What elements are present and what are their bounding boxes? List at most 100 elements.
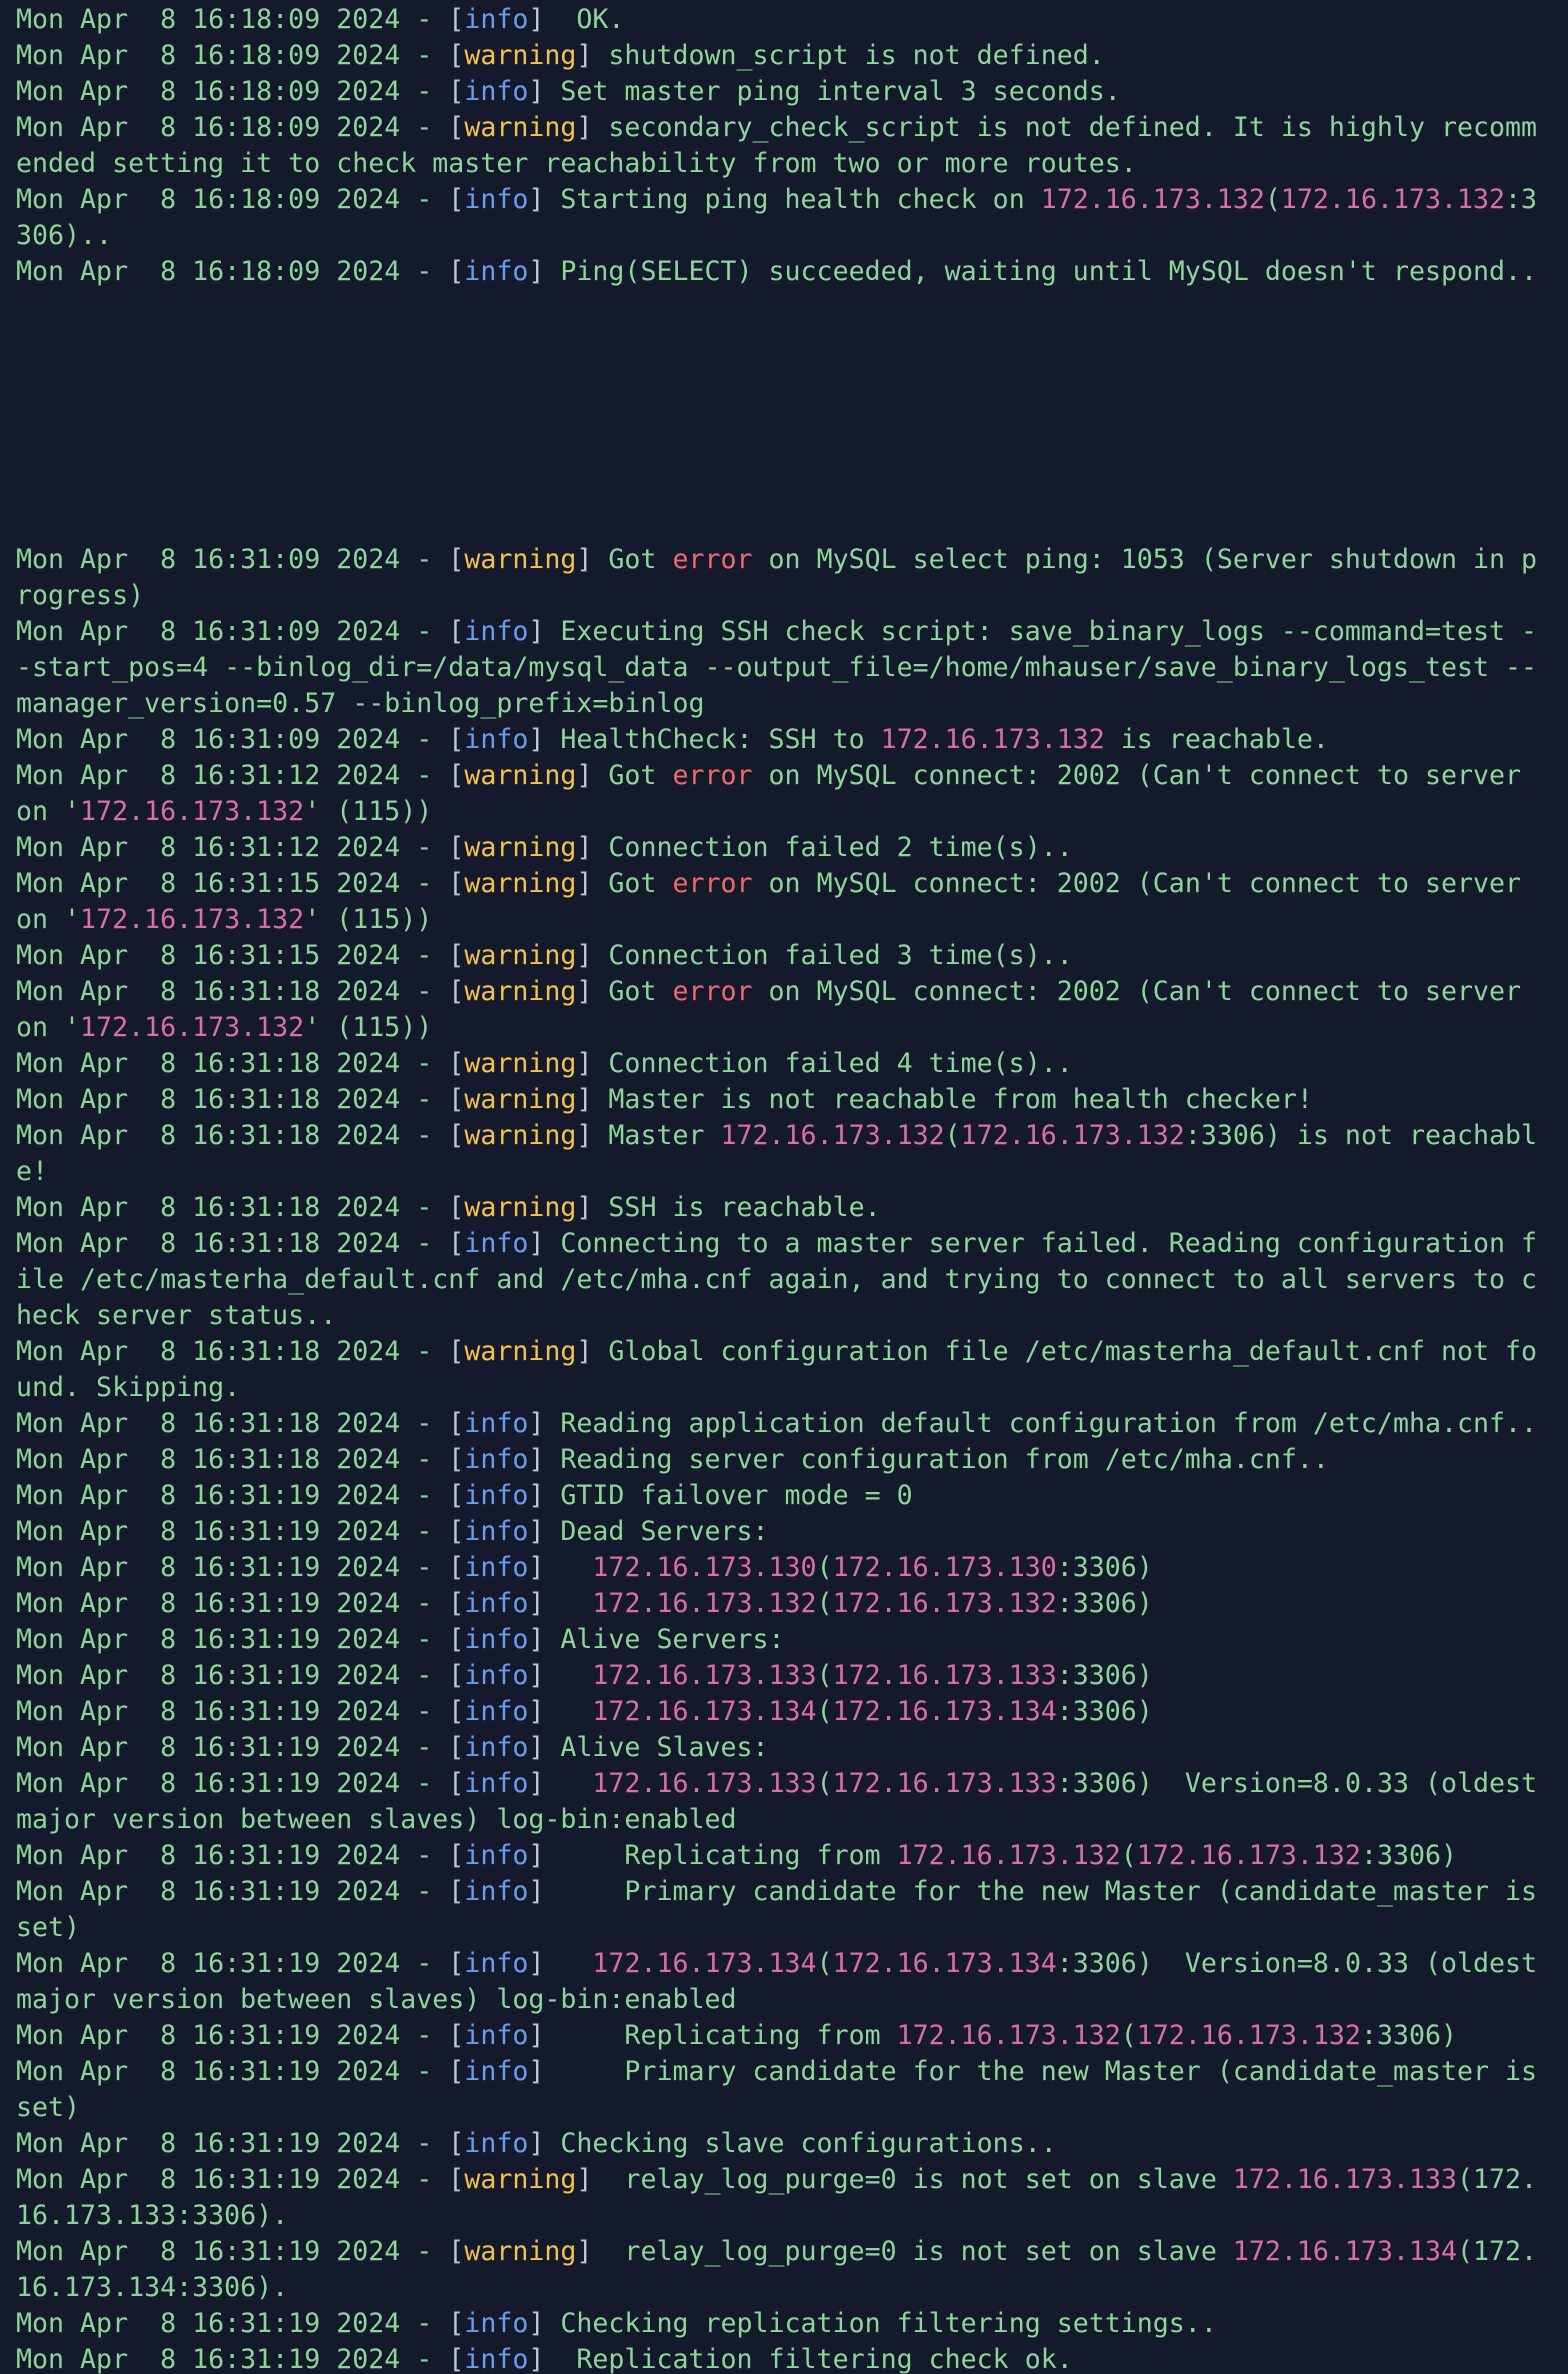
log-text: :3306) xyxy=(1056,1588,1153,1619)
log-text: Got xyxy=(592,868,673,899)
bracket: [ xyxy=(448,40,465,71)
level-info: info xyxy=(464,616,529,647)
ip-address: 172.16.173.132 xyxy=(1280,184,1506,215)
level-warning: warning xyxy=(464,940,577,971)
level-info: info xyxy=(464,184,529,215)
log-text: ( xyxy=(816,1768,833,1799)
bracket: ] xyxy=(528,1408,545,1439)
level-warning: warning xyxy=(464,976,577,1007)
log-line: Mon Apr 8 16:18:09 2024 - [info] Set mas… xyxy=(16,74,1552,110)
log-text: Mon Apr 8 16:31:19 2024 - xyxy=(16,2164,449,2195)
bracket: [ xyxy=(448,2344,465,2374)
ip-address: 172.16.173.132 xyxy=(80,1012,305,1043)
bracket: [ xyxy=(448,1192,465,1223)
log-text: is reachable. xyxy=(1104,724,1329,755)
log-text: Mon Apr 8 16:31:18 2024 - xyxy=(16,1444,449,1475)
level-warning: warning xyxy=(464,1048,577,1079)
bracket: [ xyxy=(448,1588,465,1619)
bracket: ] xyxy=(528,1516,545,1547)
log-text: Master xyxy=(592,1120,721,1151)
log-text: Mon Apr 8 16:18:09 2024 - xyxy=(16,4,449,35)
log-text: Mon Apr 8 16:18:09 2024 - xyxy=(16,40,449,71)
bracket: [ xyxy=(448,1948,465,1979)
log-line: Mon Apr 8 16:18:09 2024 - [info] OK. xyxy=(16,2,1552,38)
bracket: [ xyxy=(448,256,465,287)
bracket: [ xyxy=(448,1228,465,1259)
level-warning: warning xyxy=(464,1336,577,1367)
log-text: Mon Apr 8 16:31:19 2024 - xyxy=(16,1660,449,1691)
level-info: info xyxy=(464,2308,529,2339)
bracket: ] xyxy=(528,1480,545,1511)
log-text: Set master ping interval 3 seconds. xyxy=(544,76,1121,107)
log-line: Mon Apr 8 16:31:15 2024 - [warning] Got … xyxy=(16,866,1552,938)
level-info: info xyxy=(464,1228,529,1259)
bracket: ] xyxy=(528,1876,545,1907)
bracket: [ xyxy=(448,1696,465,1727)
level-info: info xyxy=(464,4,529,35)
log-line: Mon Apr 8 16:31:18 2024 - [info] Reading… xyxy=(16,1442,1552,1478)
ip-address: 172.16.173.134 xyxy=(592,1696,817,1727)
log-line: Mon Apr 8 16:31:19 2024 - [info] 172.16.… xyxy=(16,1946,1552,2018)
log-text: ( xyxy=(1264,184,1281,215)
log-text: Master is not reachable from health chec… xyxy=(592,1084,1313,1115)
bracket: ] xyxy=(528,256,545,287)
bracket: ] xyxy=(528,2308,545,2339)
log-line: Mon Apr 8 16:31:18 2024 - [warning] Glob… xyxy=(16,1334,1552,1406)
bracket: [ xyxy=(448,616,465,647)
log-text: Got xyxy=(592,760,673,791)
log-text: GTID failover mode = 0 xyxy=(544,1480,913,1511)
level-warning: warning xyxy=(464,832,577,863)
level-info: info xyxy=(464,1624,529,1655)
log-line: Mon Apr 8 16:18:09 2024 - [warning] seco… xyxy=(16,110,1552,182)
ip-address: 172.16.173.132 xyxy=(896,2020,1121,2051)
ip-address: 172.16.173.133 xyxy=(592,1768,817,1799)
bracket: ] xyxy=(576,2164,593,2195)
log-line: Mon Apr 8 16:31:19 2024 - [info] 172.16.… xyxy=(16,1586,1552,1622)
log-text: shutdown_script is not defined. xyxy=(592,40,1105,71)
log-line: Mon Apr 8 16:31:12 2024 - [warning] Got … xyxy=(16,758,1552,830)
log-text: :3306) xyxy=(1056,1660,1153,1691)
bracket: [ xyxy=(448,2128,465,2159)
log-line: Mon Apr 8 16:31:19 2024 - [info] Alive S… xyxy=(16,1730,1552,1766)
log-text: Reading server configuration from /etc/m… xyxy=(544,1444,1329,1475)
bracket: ] xyxy=(528,1696,545,1727)
level-warning: warning xyxy=(464,544,577,575)
log-text: ' (115)) xyxy=(304,796,433,827)
level-info: info xyxy=(464,1408,529,1439)
ip-address: 172.16.173.132 xyxy=(1136,2020,1361,2051)
terminal-output[interactable]: Mon Apr 8 16:18:09 2024 - [info] OK. Mon … xyxy=(0,0,1568,2374)
log-text: Mon Apr 8 16:31:19 2024 - xyxy=(16,1696,449,1727)
log-text: :3306) xyxy=(1360,2020,1458,2051)
level-info: info xyxy=(464,1480,529,1511)
log-text: Mon Apr 8 16:31:12 2024 - xyxy=(16,832,449,863)
level-info: info xyxy=(464,1948,529,1979)
log-text: Replication filtering check ok. xyxy=(544,2344,1073,2374)
bracket: ] xyxy=(528,1768,545,1799)
log-text: ( xyxy=(1120,1840,1137,1871)
log-text: Mon Apr 8 16:31:18 2024 - xyxy=(16,1192,449,1223)
bracket: ] xyxy=(576,112,593,143)
log-text: :3306) xyxy=(1360,1840,1458,1871)
log-text: Mon Apr 8 16:31:19 2024 - xyxy=(16,2020,449,2051)
bracket: [ xyxy=(448,1048,465,1079)
log-line: Mon Apr 8 16:31:18 2024 - [warning] Conn… xyxy=(16,1046,1552,1082)
log-text: Mon Apr 8 16:31:19 2024 - xyxy=(16,1516,449,1547)
log-text: Mon Apr 8 16:18:09 2024 - xyxy=(16,184,449,215)
bracket: ] xyxy=(576,760,593,791)
ip-address: 172.16.173.132 xyxy=(960,1120,1185,1151)
log-text: Mon Apr 8 16:31:19 2024 - xyxy=(16,1768,449,1799)
log-line: Mon Apr 8 16:31:19 2024 - [warning] rela… xyxy=(16,2234,1552,2306)
level-info: info xyxy=(464,1876,529,1907)
bracket: [ xyxy=(448,1480,465,1511)
ip-address: 172.16.173.130 xyxy=(832,1552,1057,1583)
log-text: Mon Apr 8 16:31:18 2024 - xyxy=(16,1408,449,1439)
bracket: [ xyxy=(448,1624,465,1655)
bracket: ] xyxy=(528,2344,545,2374)
log-text: OK. xyxy=(544,4,625,35)
log-text: ( xyxy=(816,1948,833,1979)
bracket: ] xyxy=(528,76,545,107)
